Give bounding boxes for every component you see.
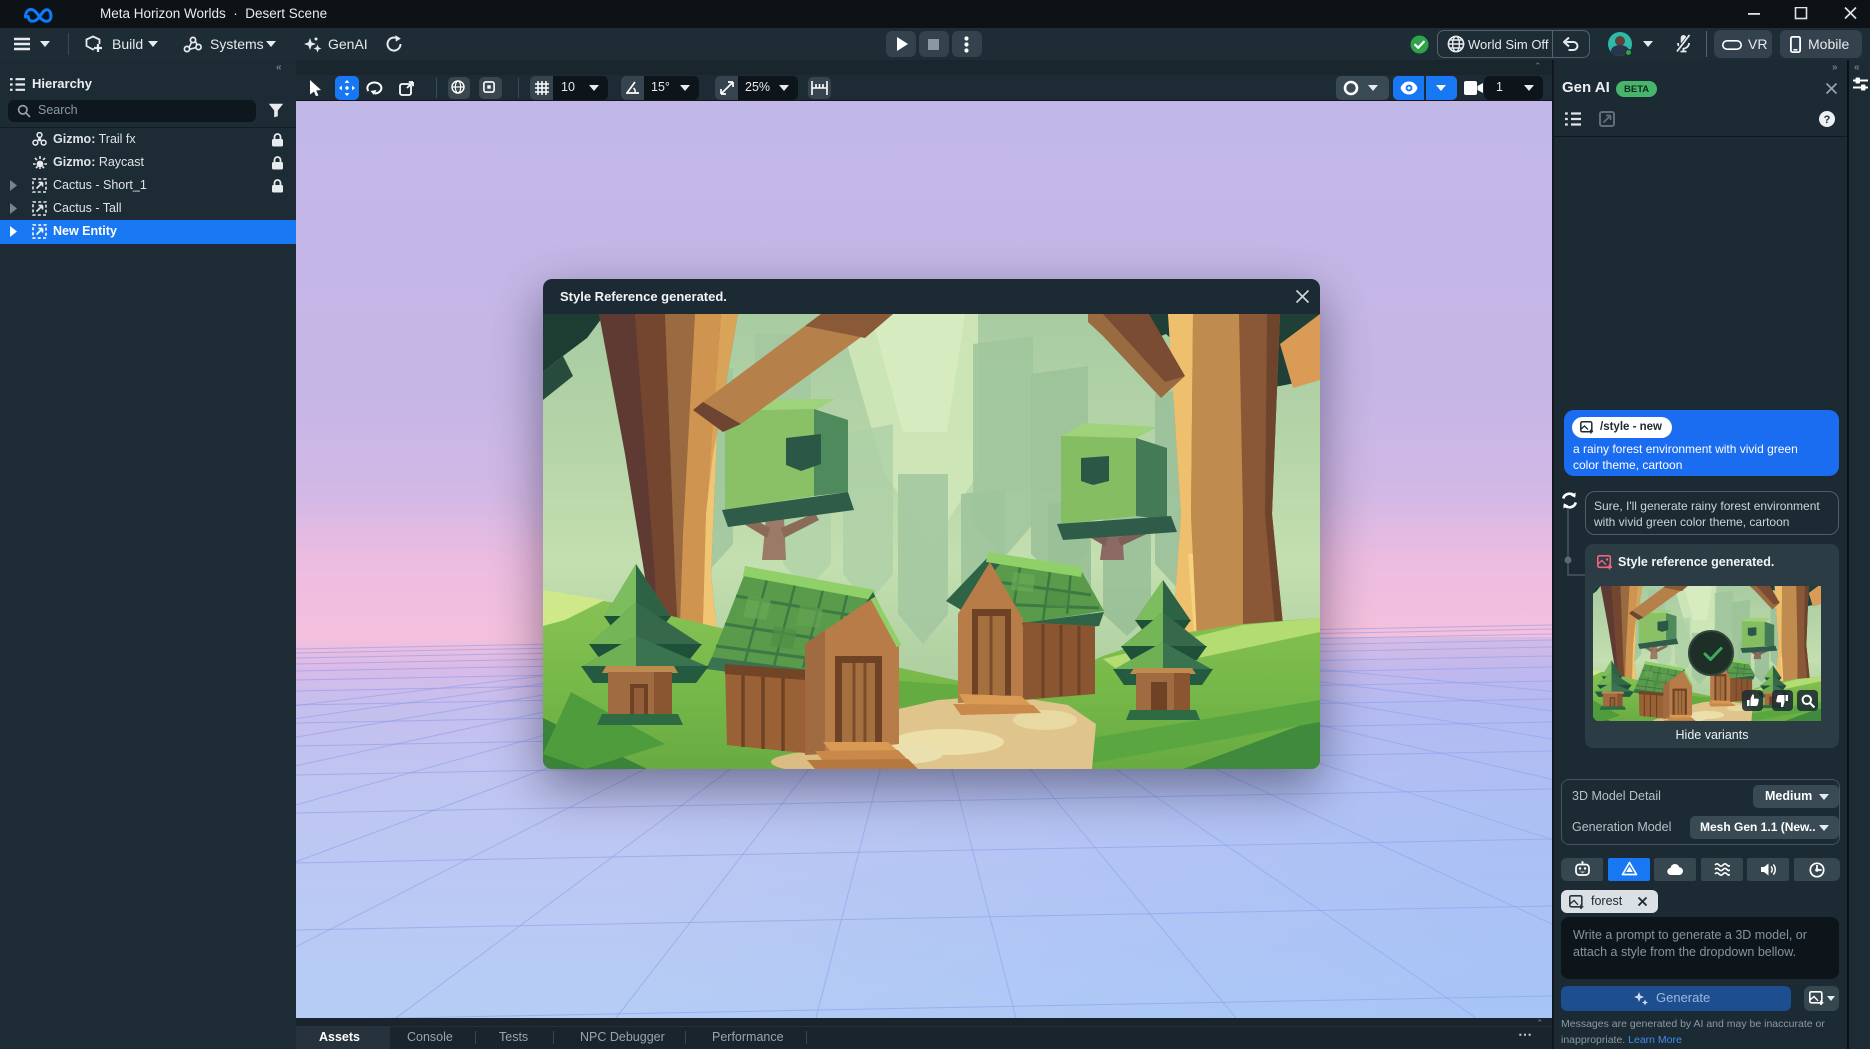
svg-text:?: ?	[1824, 114, 1831, 126]
